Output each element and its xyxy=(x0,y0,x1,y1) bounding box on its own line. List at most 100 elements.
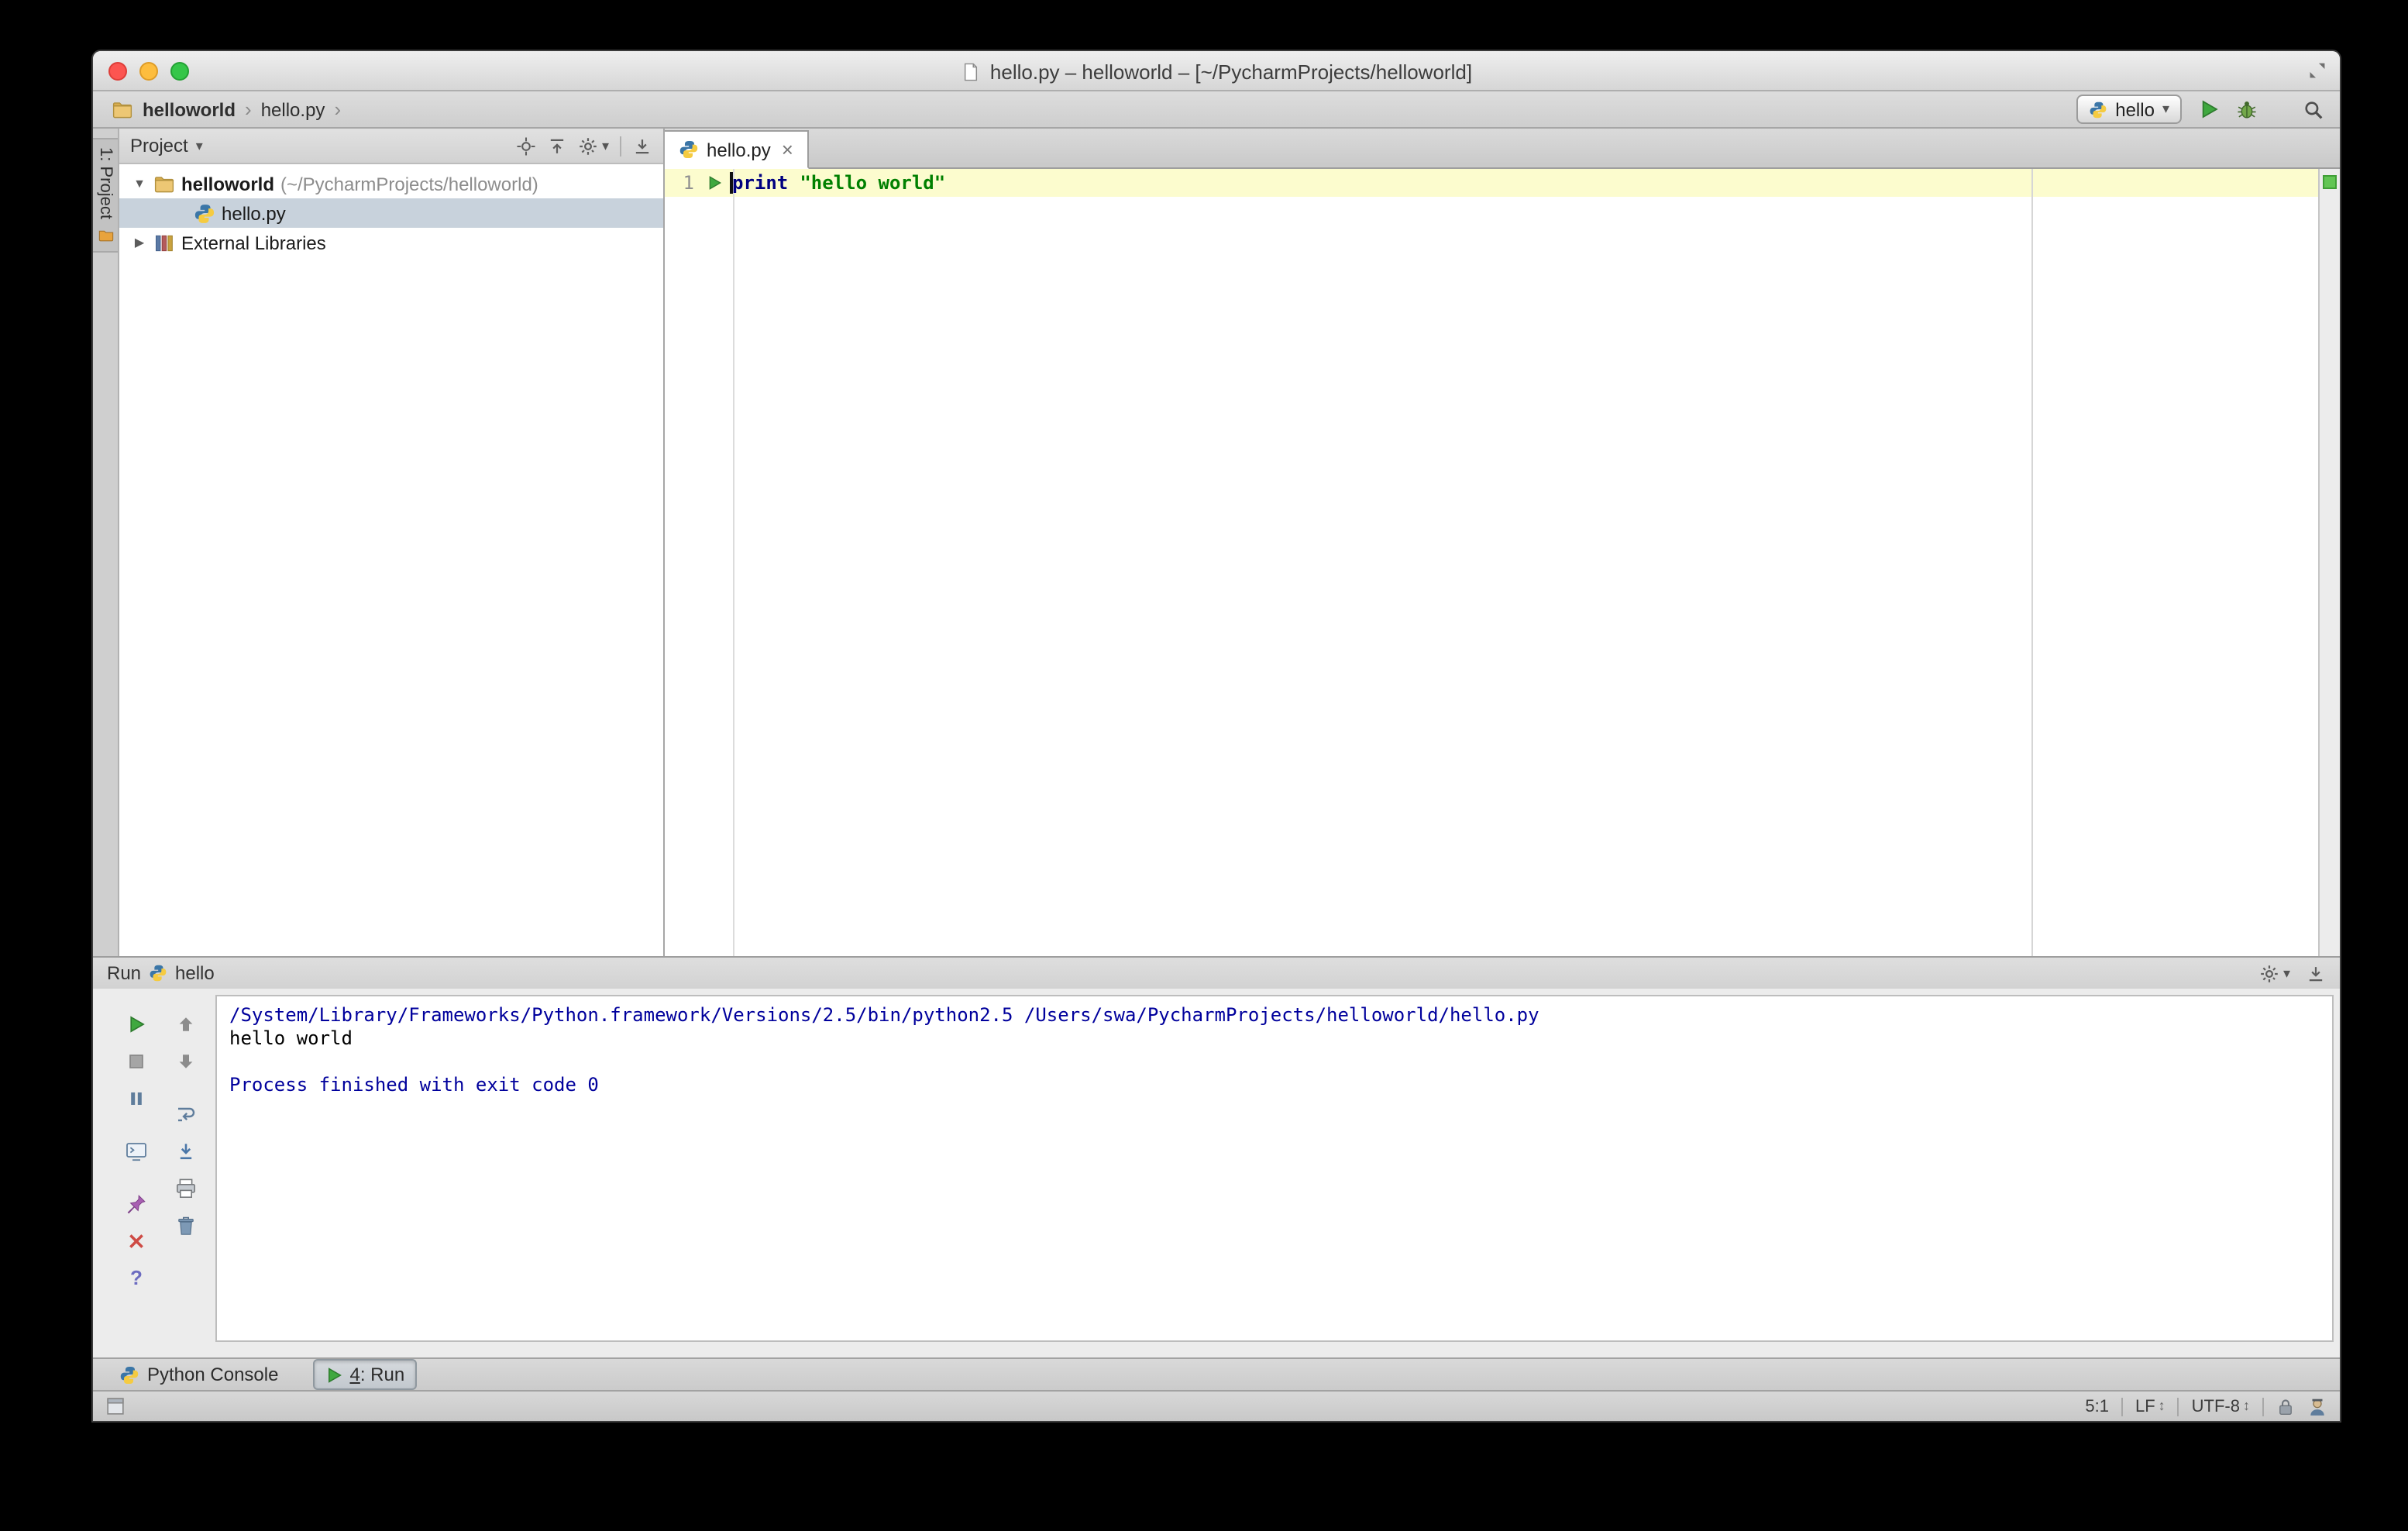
encoding-select[interactable]: UTF-8 ↕ xyxy=(2192,1397,2250,1416)
project-button-label: 1: Project xyxy=(96,147,115,219)
console-line: hello world xyxy=(229,1027,353,1049)
rerun-button[interactable] xyxy=(118,1007,155,1040)
debug-button[interactable] xyxy=(2236,98,2258,120)
code-editor[interactable]: 1 print "hello world" xyxy=(665,169,2318,956)
run-toolwindow-number: 4 xyxy=(349,1364,360,1385)
search-everywhere-button[interactable] xyxy=(2303,98,2324,120)
python-icon xyxy=(119,1364,139,1385)
lock-icon[interactable] xyxy=(2276,1397,2295,1416)
locate-file-icon[interactable] xyxy=(517,136,537,156)
toolwindow-bar: Python Console 4: Run xyxy=(93,1357,2340,1390)
gutter-separator xyxy=(733,169,734,956)
run-panel-title: Run xyxy=(107,962,142,984)
editor-tab-bar: hello.py × xyxy=(665,129,2340,169)
tab-label: hello.py xyxy=(707,139,771,160)
tree-row-hello-py[interactable]: hello.py xyxy=(119,198,663,228)
tree-file-label: hello.py xyxy=(222,202,286,224)
expanded-arrow-icon[interactable]: ▼ xyxy=(132,177,147,190)
breadcrumb: helloworld › hello.py › xyxy=(112,98,341,120)
settings-gear-icon[interactable]: ▾ xyxy=(579,136,609,156)
close-icon[interactable]: × xyxy=(782,139,793,160)
console-output[interactable]: /System/Library/Frameworks/Python.framew… xyxy=(215,995,2334,1342)
run-panel-header: Run hello ▾ xyxy=(93,958,2340,989)
python-file-icon xyxy=(194,202,215,224)
project-panel-header: Project ▾ ▾ xyxy=(119,129,663,164)
pycharm-window: hello.py – helloworld – [~/PycharmProjec… xyxy=(93,51,2340,1421)
tab-hello-py[interactable]: hello.py × xyxy=(665,130,809,169)
folder-icon xyxy=(153,173,175,194)
external-libraries-label: External Libraries xyxy=(181,232,326,253)
divider xyxy=(620,136,621,156)
pause-output-button[interactable] xyxy=(118,1082,155,1114)
updown-icon: ↕ xyxy=(2158,1398,2165,1413)
settings-gear-icon[interactable]: ▾ xyxy=(2260,963,2290,983)
divider xyxy=(2177,1397,2179,1416)
search-icon xyxy=(2303,98,2324,120)
python-icon xyxy=(2089,100,2107,119)
project-root-label: helloworld xyxy=(181,173,274,194)
editor-body: 1 print "hello world" xyxy=(665,169,2340,956)
hide-panel-icon[interactable] xyxy=(632,136,652,156)
line-separator-select[interactable]: LF ↕ xyxy=(2135,1397,2165,1416)
breadcrumb-project[interactable]: helloworld xyxy=(143,98,236,120)
run-toolwindow-label: 4: Run xyxy=(349,1364,404,1385)
python-console-label: Python Console xyxy=(147,1364,279,1385)
show-console-button[interactable] xyxy=(118,1134,155,1167)
right-margin-line xyxy=(2031,169,2033,956)
collapsed-arrow-icon[interactable]: ▶ xyxy=(132,236,147,249)
pause-icon xyxy=(127,1089,146,1107)
run-tool-window: Run hello ▾ ? /System/Library/Frameworks… xyxy=(93,956,2340,1357)
scroll-to-end-button[interactable] xyxy=(167,1134,205,1167)
tree-row-project-root[interactable]: ▼ helloworld (~/PycharmProjects/hellowor… xyxy=(119,169,663,198)
project-panel-actions: ▾ xyxy=(517,136,652,156)
clear-all-button[interactable] xyxy=(167,1209,205,1241)
window-title-area: hello.py – helloworld – [~/PycharmProjec… xyxy=(93,51,2340,91)
stop-button[interactable] xyxy=(118,1044,155,1077)
line-separator-value: LF xyxy=(2135,1397,2155,1416)
project-view-select[interactable]: Project ▾ xyxy=(130,135,203,157)
trash-icon xyxy=(175,1214,197,1236)
editor-area: hello.py × 1 print "hello world" xyxy=(665,129,2340,956)
run-icon xyxy=(2199,99,2219,119)
console-line: Process finished with exit code 0 xyxy=(229,1074,599,1096)
help-icon: ? xyxy=(130,1266,143,1289)
breadcrumb-file[interactable]: hello.py xyxy=(261,98,325,120)
up-stack-trace-button[interactable] xyxy=(167,1007,205,1040)
hide-panel-icon[interactable] xyxy=(2306,963,2326,983)
soft-wrap-button[interactable] xyxy=(167,1097,205,1130)
run-icon xyxy=(325,1366,342,1383)
pin-tab-button[interactable] xyxy=(118,1187,155,1220)
console-icon xyxy=(126,1140,147,1161)
project-toolwindow-button[interactable]: 1: Project xyxy=(93,138,118,253)
run-toolwindow-suffix: : Run xyxy=(359,1364,405,1385)
collapse-all-icon[interactable] xyxy=(548,136,568,156)
error-stripe[interactable] xyxy=(2318,169,2340,956)
run-button[interactable] xyxy=(2199,99,2219,119)
print-button[interactable] xyxy=(167,1171,205,1204)
document-icon xyxy=(961,61,981,81)
analysis-ok-marker xyxy=(2323,175,2337,189)
run-controls: hello ▾ xyxy=(2076,95,2324,124)
run-toolbar-primary: ? xyxy=(112,995,161,1342)
caret-position[interactable]: 5:1 xyxy=(2085,1397,2109,1416)
run-toolwindow-button[interactable]: 4: Run xyxy=(312,1359,418,1390)
chevron-down-icon: ▾ xyxy=(195,137,203,153)
python-icon xyxy=(149,964,167,982)
chevron-down-icon: ▾ xyxy=(2282,965,2290,980)
close-red-icon xyxy=(127,1231,146,1250)
pin-icon xyxy=(126,1192,147,1214)
run-line-icon[interactable] xyxy=(699,175,730,191)
fullscreen-icon[interactable] xyxy=(2307,60,2327,81)
help-button[interactable]: ? xyxy=(118,1261,155,1294)
down-stack-trace-button[interactable] xyxy=(167,1044,205,1077)
libraries-icon xyxy=(153,232,175,253)
printer-icon xyxy=(175,1177,197,1199)
close-tab-button[interactable] xyxy=(118,1224,155,1257)
run-config-select[interactable]: hello ▾ xyxy=(2076,95,2182,124)
inspections-hector-icon[interactable] xyxy=(2307,1396,2327,1416)
tree-row-external-libraries[interactable]: ▶ External Libraries xyxy=(119,228,663,257)
python-console-toolwindow-button[interactable]: Python Console xyxy=(107,1359,291,1390)
toolwindow-switcher-icon[interactable] xyxy=(105,1396,126,1416)
title-bar[interactable]: hello.py – helloworld – [~/PycharmProjec… xyxy=(93,51,2340,91)
